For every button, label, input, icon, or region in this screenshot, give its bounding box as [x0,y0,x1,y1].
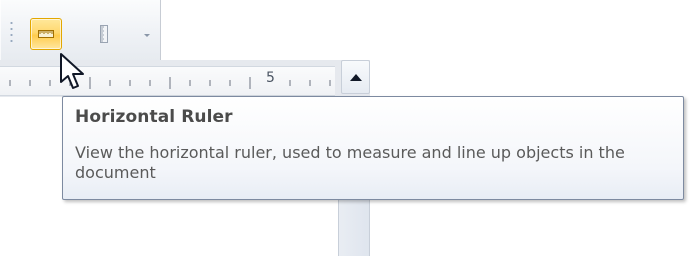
horizontal-ruler-button[interactable] [30,18,62,50]
horizontal-ruler-icon [38,30,54,38]
tooltip: Horizontal Ruler View the horizontal rul… [62,96,684,200]
quick-access-toolbar [0,0,161,60]
tooltip-title: Horizontal Ruler [75,107,233,127]
scroll-up-icon [350,74,362,81]
chevron-down-icon[interactable] [140,28,154,42]
ruler-ticks [9,77,331,89]
scroll-up-button[interactable] [341,60,370,94]
vertical-ruler-icon [100,25,108,43]
ruler-number-label: 5 [266,70,275,86]
toolbar-grip[interactable] [10,20,13,46]
tooltip-body: View the horizontal ruler, used to measu… [75,143,625,182]
mouse-cursor-icon [60,53,84,89]
ruler-bar: 5 [0,60,370,98]
vertical-ruler-button[interactable] [88,18,120,50]
horizontal-ruler[interactable]: 5 [0,66,335,96]
